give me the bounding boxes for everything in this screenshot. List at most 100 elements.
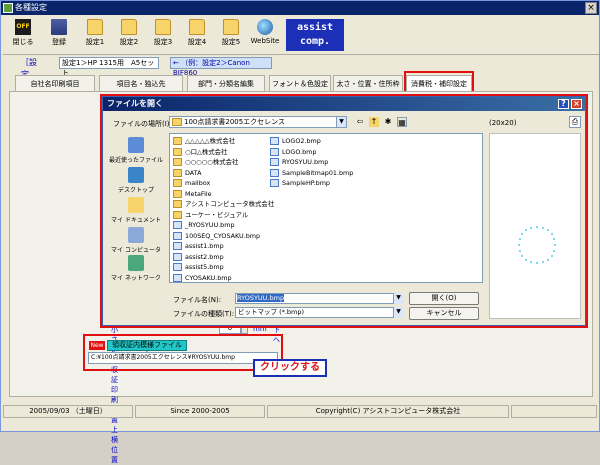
- receipt-pattern-path-input[interactable]: C:¥100点請求書2005エクセレンス¥RYOSYUU.bmp: [88, 352, 278, 364]
- receipt-pattern-file-button[interactable]: 領収証内模様ファイル ↓: [107, 340, 187, 358]
- folder-icon: [173, 179, 182, 187]
- place-my-documents[interactable]: マイ ドキュメント: [107, 197, 165, 227]
- setting3-button[interactable]: 設定3: [147, 19, 179, 53]
- folder-icon: [223, 19, 239, 35]
- preview-dot: [546, 229, 549, 232]
- app-icon: [3, 3, 13, 13]
- filetype-select[interactable]: ビットマップ (*.bmp): [235, 307, 403, 318]
- tab-company-print[interactable]: 自社名印刷項目: [15, 75, 95, 91]
- my-computer-icon: [128, 227, 144, 243]
- assist-logo[interactable]: assist comp.: [286, 19, 344, 51]
- file-name: CYOSAKU.bmp: [185, 273, 232, 282]
- tab-font-color[interactable]: フォント＆色設定: [269, 75, 331, 91]
- file-list-item[interactable]: LOGO.bmp: [270, 147, 316, 157]
- file-list-item[interactable]: assist1.bmp: [173, 241, 224, 251]
- preview-dot: [521, 254, 524, 257]
- file-list-item[interactable]: CYOSAKU.bmp: [173, 273, 232, 283]
- up-folder-icon[interactable]: ↑: [369, 117, 379, 127]
- tab-thickness-position[interactable]: 太さ・位置・住所枠他: [333, 75, 403, 104]
- new-badge: New: [89, 341, 105, 350]
- file-list-item[interactable]: DATA: [173, 168, 201, 178]
- file-name: mailbox: [185, 179, 211, 187]
- title-bar: 各種設定 ×: [1, 1, 599, 15]
- folder-icon: [173, 210, 182, 219]
- bitmap-file-icon: [173, 252, 182, 261]
- off-icon: OFF: [15, 19, 31, 35]
- file-list[interactable]: △△△△△株式会社 ○口△株式会社 ○○○○○株式会社 DATA mailbox Meta…: [169, 133, 483, 283]
- chevron-down-icon[interactable]: ▼: [336, 117, 346, 127]
- file-list-item[interactable]: SampleBitmap01.bmp: [270, 168, 353, 178]
- close-button[interactable]: OFF 閉じる: [7, 19, 39, 53]
- place-my-computer[interactable]: マイ コンピュータ: [107, 227, 165, 257]
- file-list-item[interactable]: △△△△△株式会社: [173, 136, 235, 146]
- folder-icon: [172, 118, 182, 126]
- file-name: assist2.bmp: [185, 252, 224, 261]
- file-list-item[interactable]: _RYOSYUU.bmp: [173, 220, 235, 230]
- preview-toggle-icon[interactable]: ⎙: [569, 116, 581, 128]
- website-button[interactable]: WebSite: [249, 19, 281, 53]
- file-list-item[interactable]: ユーケー・ビジュアル: [173, 210, 248, 220]
- file-list-item[interactable]: assist5.bmp: [173, 262, 224, 272]
- file-list-item[interactable]: 100SEQ_CYOSAKU.bmp: [173, 231, 260, 241]
- help-button[interactable]: ?: [558, 99, 569, 109]
- file-list-item[interactable]: mailbox: [173, 178, 210, 188]
- tab-highlight-box: [404, 71, 474, 93]
- settings-name-input[interactable]: 設定1＞HP 1315用 A5セット: [59, 57, 159, 77]
- setting2-button[interactable]: 設定2: [113, 19, 145, 53]
- new-folder-icon[interactable]: ✱: [383, 117, 393, 127]
- folder-icon: [155, 19, 171, 35]
- file-list-item[interactable]: SampleHP.bmp: [270, 178, 330, 188]
- folder-icon: [173, 189, 182, 198]
- file-list-item[interactable]: assist2.bmp: [173, 252, 224, 262]
- place-recent[interactable]: 最近使ったファイル: [107, 137, 165, 167]
- look-in-combo[interactable]: 100点請求書2005エクセレンス ▼: [169, 116, 347, 128]
- tab-item-names[interactable]: 項目名・独込先: [99, 75, 183, 91]
- file-list-item[interactable]: ○口△株式会社: [173, 147, 227, 157]
- folder-icon: [87, 19, 103, 35]
- bitmap-file-icon: [270, 137, 279, 145]
- dialog-close-button[interactable]: ×: [571, 99, 582, 109]
- open-button[interactable]: 開く(O): [409, 292, 479, 305]
- file-list-item[interactable]: MetaFile: [173, 189, 212, 199]
- tab-department[interactable]: 部門・分類名編集: [187, 75, 265, 91]
- place-my-network[interactable]: マイ ネットワーク: [107, 255, 165, 285]
- register-button[interactable]: 登録: [43, 19, 75, 53]
- dialog-title: ファイルを開く ? ×: [103, 97, 585, 111]
- filename-input[interactable]: RYOSYUU.bmp: [235, 293, 403, 304]
- back-icon[interactable]: ⇦: [355, 117, 365, 127]
- look-in-label: ファイルの場所(I):: [113, 120, 172, 128]
- status-blank: [511, 405, 597, 418]
- setting1-button[interactable]: 設定1: [79, 19, 111, 53]
- setting5-button[interactable]: 設定5: [215, 19, 247, 53]
- preview-dot: [536, 262, 538, 264]
- bitmap-file-icon: [173, 231, 182, 240]
- chevron-down-icon[interactable]: ▼: [393, 293, 403, 304]
- status-since: Since 2000-2005: [135, 405, 265, 418]
- file-name: ○○○○○株式会社: [185, 158, 239, 166]
- file-name: _RYOSYUU.bmp: [185, 221, 235, 229]
- file-list-item[interactable]: アシストコンピュータ株式会社: [173, 199, 274, 209]
- window-close-button[interactable]: ×: [585, 2, 597, 14]
- file-name: LOGO.bmp: [282, 147, 317, 156]
- my-documents-icon: [128, 197, 144, 213]
- place-desktop[interactable]: デスクトップ: [107, 167, 165, 197]
- file-list-item[interactable]: RYOSYUU.bmp: [270, 157, 328, 167]
- preview-dot: [521, 233, 524, 236]
- view-menu-icon[interactable]: ▦: [397, 117, 407, 127]
- folder-icon: [173, 200, 182, 208]
- preview-dot: [525, 258, 528, 261]
- bitmap-file-icon: [270, 168, 279, 177]
- setting4-button[interactable]: 設定4: [181, 19, 213, 53]
- filename-label: ファイル名(N):: [173, 296, 222, 304]
- file-name: assist1.bmp: [185, 242, 224, 250]
- preview-dot: [550, 254, 553, 257]
- file-list-item[interactable]: ○○○○○株式会社: [173, 157, 238, 167]
- toolbar: OFF 閉じる 登録 設定1 設定2 設定3 設定4 設定5 WebSite a…: [3, 17, 599, 55]
- preview-dot: [530, 261, 533, 264]
- chevron-down-icon[interactable]: ▼: [393, 307, 403, 318]
- file-list-item[interactable]: LOGO2.bmp: [270, 136, 321, 146]
- file-name: SampleHP.bmp: [282, 179, 330, 187]
- cancel-button[interactable]: キャンセル: [409, 307, 479, 320]
- folder-icon: [189, 19, 205, 35]
- status-copyright: Copyright(C) アシストコンピュータ株式会社: [267, 405, 509, 418]
